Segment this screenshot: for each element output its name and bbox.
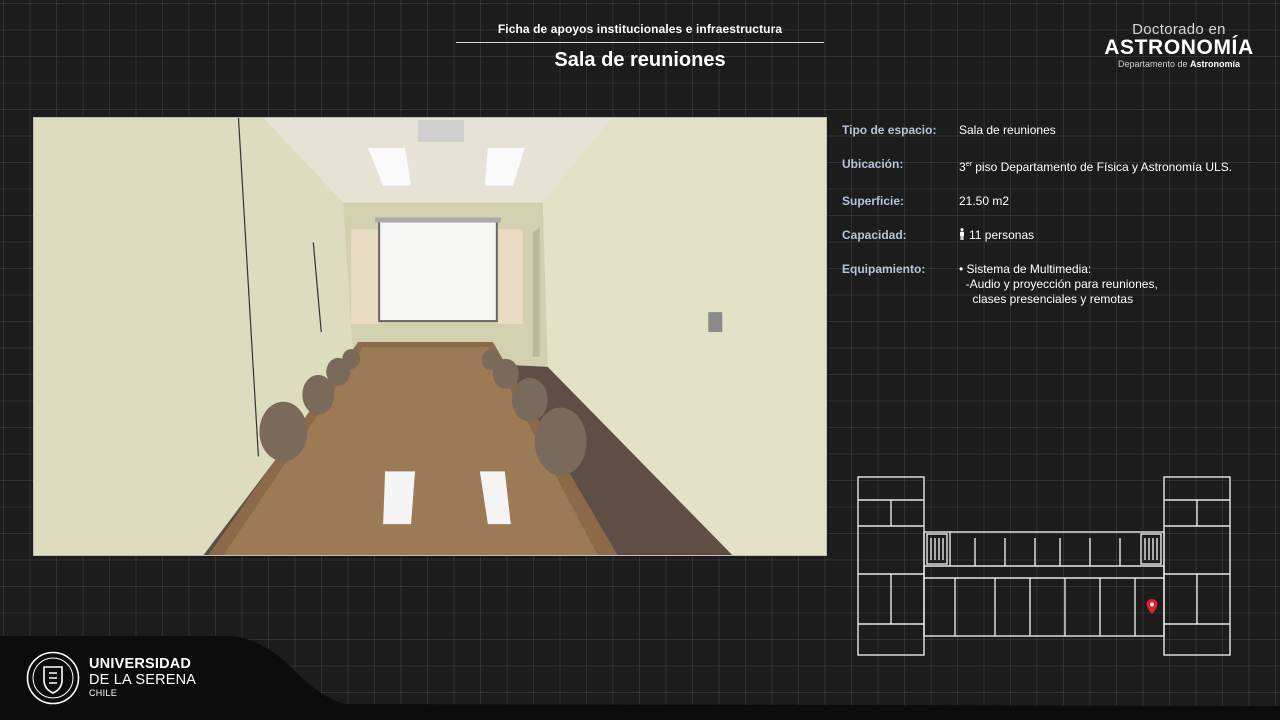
info-row-equipamiento: Equipamiento: • Sistema de Multimedia: -… (842, 262, 1262, 307)
tipo-value: Sala de reuniones (959, 123, 1056, 137)
university-line1: UNIVERSIDAD (89, 656, 192, 672)
space-info: Tipo de espacio: Sala de reuniones Ubica… (842, 123, 1262, 326)
equipamiento-line: clases presenciales y remotas (959, 292, 1134, 306)
ubicacion-rest: piso Departamento de Física y Astronomía… (971, 160, 1233, 174)
superficie-label: Superficie: (842, 194, 905, 208)
info-row-capacidad: Capacidad: 11 personas (842, 228, 1262, 243)
ubicacion-label: Ubicación: (842, 157, 904, 171)
astronomy-logo: Doctorado en ASTRONOMÍA Departamento de … (1094, 21, 1264, 69)
info-row-superficie: Superficie: 21.50 m2 (842, 194, 1262, 209)
superficie-value: 21.50 m2 (959, 194, 1010, 208)
university-logo: UNIVERSIDAD DE LA SERENA CHILE (26, 651, 196, 705)
ubicacion-floor-number: 3 (959, 160, 966, 174)
equipamiento-line: • Sistema de Multimedia: (959, 262, 1092, 276)
university-line2: DE LA SERENA (89, 672, 197, 688)
header-divider (456, 42, 824, 43)
info-row-ubicacion: Ubicación: 3er piso Departamento de Físi… (842, 157, 1262, 175)
floor-plan (857, 476, 1231, 656)
location-pin-icon (1146, 599, 1158, 614)
university-seal-icon (26, 651, 80, 705)
room-photo-image (34, 118, 826, 555)
capacidad-label: Capacidad: (842, 228, 907, 242)
equipamiento-list: • Sistema de Multimedia: -Audio y proyec… (959, 262, 1158, 307)
university-line3: CHILE (89, 688, 118, 698)
logo-line3-prefix: Departamento de (1117, 59, 1191, 69)
page-header: Ficha de apoyos institucionales e infrae… (456, 22, 824, 72)
room-photo (33, 117, 827, 556)
person-icon (960, 228, 964, 240)
capacidad-value-wrap: 11 personas (959, 228, 1034, 243)
university-name: UNIVERSIDAD DE LA SERENA CHILE (89, 657, 196, 699)
logo-line3: Departamento de Astronomía (1094, 59, 1264, 69)
logo-line2: ASTRONOMÍA (1104, 36, 1254, 59)
logo-line3-bold: Astronomía (1190, 59, 1241, 69)
equipamiento-label: Equipamiento: (842, 262, 926, 276)
page-title: Sala de reuniones (554, 49, 726, 71)
equipamiento-line: -Audio y proyección para reuniones, (959, 277, 1158, 291)
ubicacion-value: 3er piso Departamento de Física y Astron… (959, 157, 1232, 175)
info-row-tipo: Tipo de espacio: Sala de reuniones (842, 123, 1262, 138)
tipo-label: Tipo de espacio: (842, 123, 937, 137)
capacidad-value: 11 personas (969, 228, 1035, 242)
page-subtitle: Ficha de apoyos institucionales e infrae… (497, 22, 783, 36)
